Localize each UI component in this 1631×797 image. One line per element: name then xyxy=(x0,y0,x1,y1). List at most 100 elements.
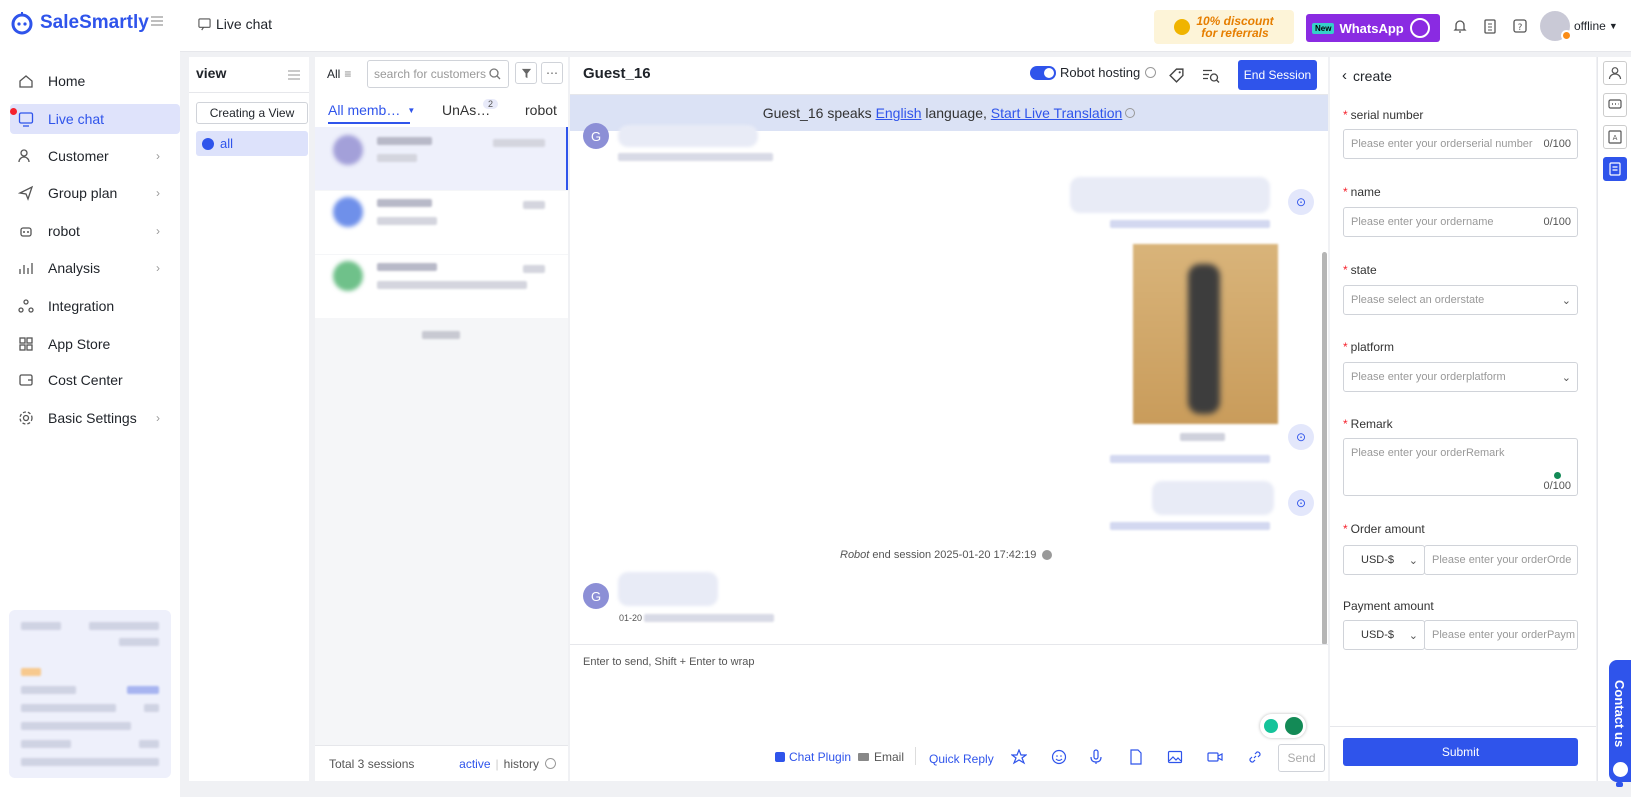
remark-placeholder: Please enter your orderRemark xyxy=(1351,447,1505,459)
tab-all-members[interactable]: All memb… ▼ xyxy=(328,102,415,118)
list-menu-icon[interactable] xyxy=(287,69,301,84)
image-icon[interactable] xyxy=(1167,749,1183,765)
contact-us-tab[interactable]: Contact us xyxy=(1609,660,1631,787)
conversation-avatar xyxy=(333,261,363,291)
message-meta xyxy=(1110,522,1270,530)
state-placeholder: Please select an orderstate xyxy=(1351,294,1485,306)
customer-profile-icon[interactable] xyxy=(1603,61,1627,85)
quick-reply-label: Quick Reply xyxy=(929,752,994,766)
message-meta: 01-20 xyxy=(619,613,775,623)
collapse-menu-icon[interactable] xyxy=(150,14,164,31)
referral-banner[interactable]: 10% discount for referrals xyxy=(1154,10,1294,44)
search-input[interactable]: search for customers xyxy=(367,60,509,88)
nav-robot[interactable]: robot › xyxy=(10,216,180,246)
image-caption xyxy=(1180,433,1225,441)
microphone-icon[interactable] xyxy=(1088,749,1104,765)
conversation-item[interactable] xyxy=(315,127,568,190)
chevron-left-icon: ‹ xyxy=(1342,67,1347,84)
start-translation-link[interactable]: Start Live Translation xyxy=(991,105,1123,121)
info-icon xyxy=(1145,67,1157,78)
trans-mid: language, xyxy=(925,105,987,121)
nav-cost-center[interactable]: Cost Center xyxy=(10,365,180,395)
whatsapp-banner[interactable]: New WhatsApp xyxy=(1306,14,1440,42)
message-bubble xyxy=(1152,481,1274,515)
favorite-star-icon[interactable] xyxy=(1010,748,1028,765)
message-input-area[interactable]: Enter to send, Shift + Enter to wrap Cha… xyxy=(570,644,1328,781)
video-icon[interactable] xyxy=(1207,749,1223,765)
quick-reply-button[interactable]: Quick Reply xyxy=(929,751,994,766)
link-icon[interactable] xyxy=(1247,749,1263,765)
payment-amount-input[interactable]: Please enter your orderPaym xyxy=(1424,620,1578,650)
payment-currency-select[interactable]: USD-$ ⌄ xyxy=(1343,620,1425,650)
status-label: offline xyxy=(1574,19,1606,33)
conversation-item[interactable] xyxy=(315,255,568,318)
order-currency-select[interactable]: USD-$ ⌄ xyxy=(1343,545,1425,575)
create-view-button[interactable]: Creating a View xyxy=(196,102,308,124)
message-input[interactable]: Enter to send, Shift + Enter to wrap xyxy=(583,656,755,668)
chat-support-icon[interactable] xyxy=(1613,762,1628,787)
chat-scrollbar[interactable] xyxy=(1322,252,1327,645)
name-input[interactable]: Please enter your ordername 0/100 xyxy=(1343,207,1578,237)
message-bubble xyxy=(618,572,718,606)
remark-textarea[interactable]: Please enter your orderRemark 0/100 xyxy=(1343,438,1578,496)
end-session-button[interactable]: End Session xyxy=(1238,60,1317,90)
help-icon[interactable]: ? xyxy=(1512,18,1528,34)
toggle-switch[interactable] xyxy=(1030,65,1056,80)
char-count: 0/100 xyxy=(1543,138,1571,150)
chat-bubble-icon[interactable] xyxy=(1603,93,1627,117)
search-history-icon[interactable] xyxy=(1202,67,1220,87)
platform-select[interactable]: Please enter your orderplatform ⌄ xyxy=(1343,362,1578,392)
chat-plugin-label: Chat Plugin xyxy=(789,750,852,764)
chat-plugin-button[interactable]: Chat Plugin xyxy=(775,750,851,764)
nav-app-store[interactable]: App Store xyxy=(10,329,180,359)
trans-speaks: speaks xyxy=(827,105,872,121)
serial-number-input[interactable]: Please enter your orderserial number 0/1… xyxy=(1343,129,1578,159)
conversation-list-header: All ≡ search for customers ⋯ All memb… ▼… xyxy=(315,57,568,127)
nav-live-chat[interactable]: Live chat xyxy=(10,104,180,134)
brand-logo[interactable]: SaleSmartly xyxy=(10,8,149,38)
view-item-all[interactable]: all xyxy=(196,131,308,156)
filter-all-dropdown[interactable]: All ≡ xyxy=(327,67,351,81)
gear-icon xyxy=(19,411,33,425)
message-image[interactable] xyxy=(1133,244,1278,424)
nav-basic-settings[interactable]: Basic Settings › xyxy=(10,403,180,433)
nav-home[interactable]: Home xyxy=(10,66,180,96)
clipboard-icon[interactable] xyxy=(1482,18,1498,34)
order-list-icon[interactable] xyxy=(1603,157,1627,181)
order-amount-input[interactable]: Please enter your orderOrde xyxy=(1424,545,1578,575)
chevron-right-icon: › xyxy=(156,149,160,163)
nav-customer[interactable]: Customer › xyxy=(10,141,180,171)
submit-button[interactable]: Submit xyxy=(1343,738,1578,766)
home-icon xyxy=(19,75,33,88)
emoji-icon[interactable] xyxy=(1051,749,1067,765)
bell-icon[interactable] xyxy=(1452,18,1468,34)
send-button[interactable]: Send xyxy=(1278,744,1325,772)
history-toggle[interactable]: history xyxy=(504,757,539,771)
field-label-state: * state xyxy=(1343,263,1377,277)
active-toggle[interactable]: active xyxy=(459,757,490,771)
language-link[interactable]: English xyxy=(876,105,922,121)
integration-icon xyxy=(18,299,34,313)
nav-analysis[interactable]: Analysis › xyxy=(10,253,180,283)
tag-icon[interactable] xyxy=(1168,67,1185,87)
grammarly-widget[interactable] xyxy=(1260,714,1306,738)
file-icon[interactable] xyxy=(1128,749,1144,765)
translate-icon[interactable]: A xyxy=(1603,125,1627,149)
tab-robot[interactable]: robot xyxy=(525,102,557,118)
status-dropdown[interactable]: offline ▼ xyxy=(1574,19,1618,33)
conversation-item[interactable] xyxy=(315,191,568,254)
back-create[interactable]: ‹ create xyxy=(1342,67,1392,84)
email-button[interactable]: Email xyxy=(858,750,904,764)
robot-hosting-switch[interactable]: Robot hosting xyxy=(1030,65,1157,80)
message-meta xyxy=(1110,220,1270,228)
mail-icon xyxy=(858,753,869,761)
state-select[interactable]: Please select an orderstate ⌄ xyxy=(1343,285,1578,315)
plugin-icon xyxy=(775,752,785,762)
nav-group-plan[interactable]: Group plan › xyxy=(10,178,180,208)
referral-text: 10% discount for referrals xyxy=(1196,14,1274,40)
view-title: view xyxy=(196,65,227,81)
more-button[interactable]: ⋯ xyxy=(541,62,563,84)
conversation-footer: Total 3 sessions active | history xyxy=(315,745,568,781)
nav-integration[interactable]: Integration xyxy=(10,291,180,321)
filter-button[interactable] xyxy=(515,62,537,84)
